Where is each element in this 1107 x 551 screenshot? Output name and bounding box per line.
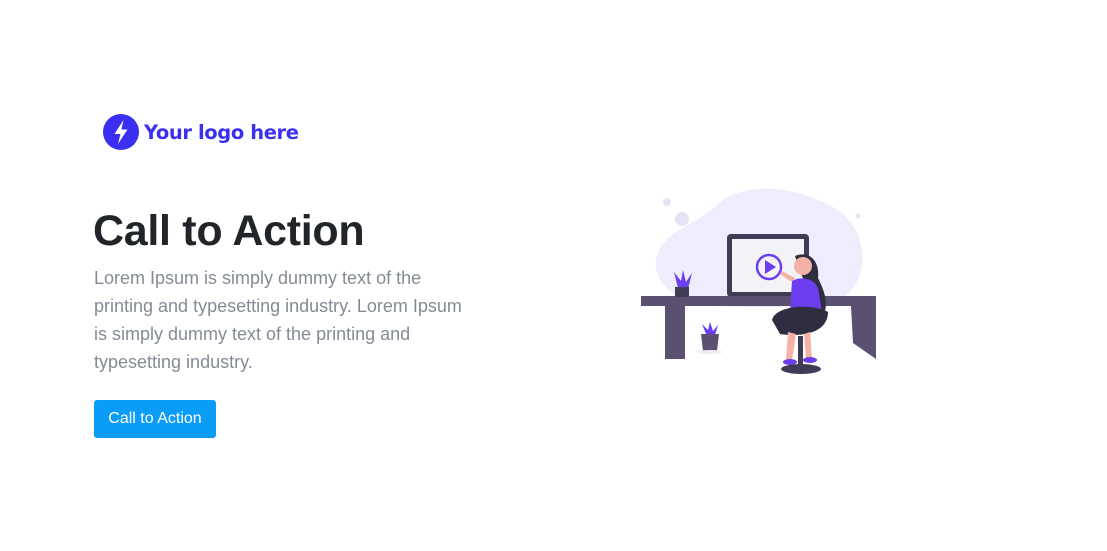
call-to-action-section: Your logo here Call to Action Lorem Ipsu… (0, 0, 1107, 551)
floor-plant-shadow (698, 350, 722, 354)
logo-text: Your logo here (144, 120, 299, 144)
woman-shoe (783, 359, 797, 365)
woman-at-desk-illustration (641, 188, 876, 374)
stool-base (781, 364, 821, 374)
decor-dot (663, 198, 671, 206)
woman-skirt (772, 306, 828, 336)
hero-description: Lorem Ipsum is simply dummy text of the … (94, 268, 462, 372)
woman-head (794, 257, 812, 275)
floor-plant-leaves (702, 322, 718, 335)
desk-leg-left (665, 306, 685, 359)
page-title: Call to Action (93, 207, 365, 255)
lightning-bolt-icon (103, 114, 139, 150)
desk-leg-right (851, 306, 876, 359)
call-to-action-button[interactable]: Call to Action (94, 400, 216, 438)
stool-post (798, 336, 803, 366)
desk-top (641, 296, 876, 306)
decor-dot (675, 212, 689, 226)
woman-shoe (803, 357, 817, 363)
plant-pot (675, 287, 689, 297)
decor-dot (855, 213, 861, 219)
logo[interactable]: Your logo here (103, 114, 299, 150)
floor-plant-pot (701, 334, 719, 351)
